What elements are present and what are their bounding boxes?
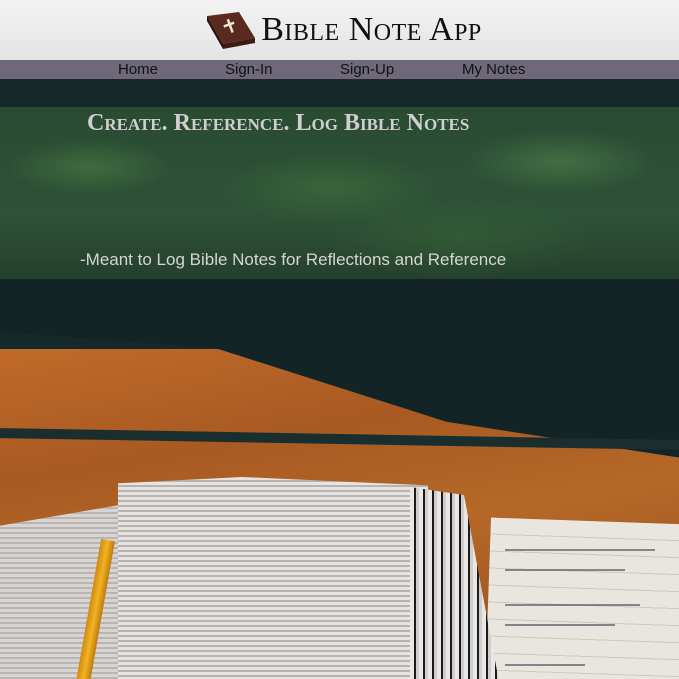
- bible-book-icon: [207, 12, 256, 49]
- nav-my-notes-link[interactable]: My Notes: [462, 60, 525, 79]
- nav-sign-in-link[interactable]: Sign-In: [225, 60, 273, 79]
- handwriting-line: [505, 664, 585, 666]
- hero-section: Create. Reference. Log Bible Notes -Mean…: [0, 79, 679, 679]
- handwriting-line: [505, 624, 615, 626]
- bible-right-page: [118, 477, 428, 679]
- handwriting-line: [505, 569, 625, 571]
- handwriting-line: [505, 549, 655, 551]
- brand[interactable]: Bible Note App: [205, 10, 482, 50]
- nav-sign-up-link[interactable]: Sign-Up: [340, 60, 394, 79]
- notebook-image: [485, 517, 679, 679]
- hero-tagline: Create. Reference. Log Bible Notes: [87, 110, 470, 136]
- handwriting-line: [505, 604, 640, 606]
- app-title: Bible Note App: [261, 11, 482, 48]
- nav-home-link[interactable]: Home: [118, 60, 158, 79]
- app-header: Bible Note App: [0, 0, 679, 60]
- bible-left-page: [0, 504, 125, 679]
- main-nav: Home Sign-In Sign-Up My Notes: [0, 60, 679, 79]
- hero-subtext: -Meant to Log Bible Notes for Reflection…: [80, 250, 507, 269]
